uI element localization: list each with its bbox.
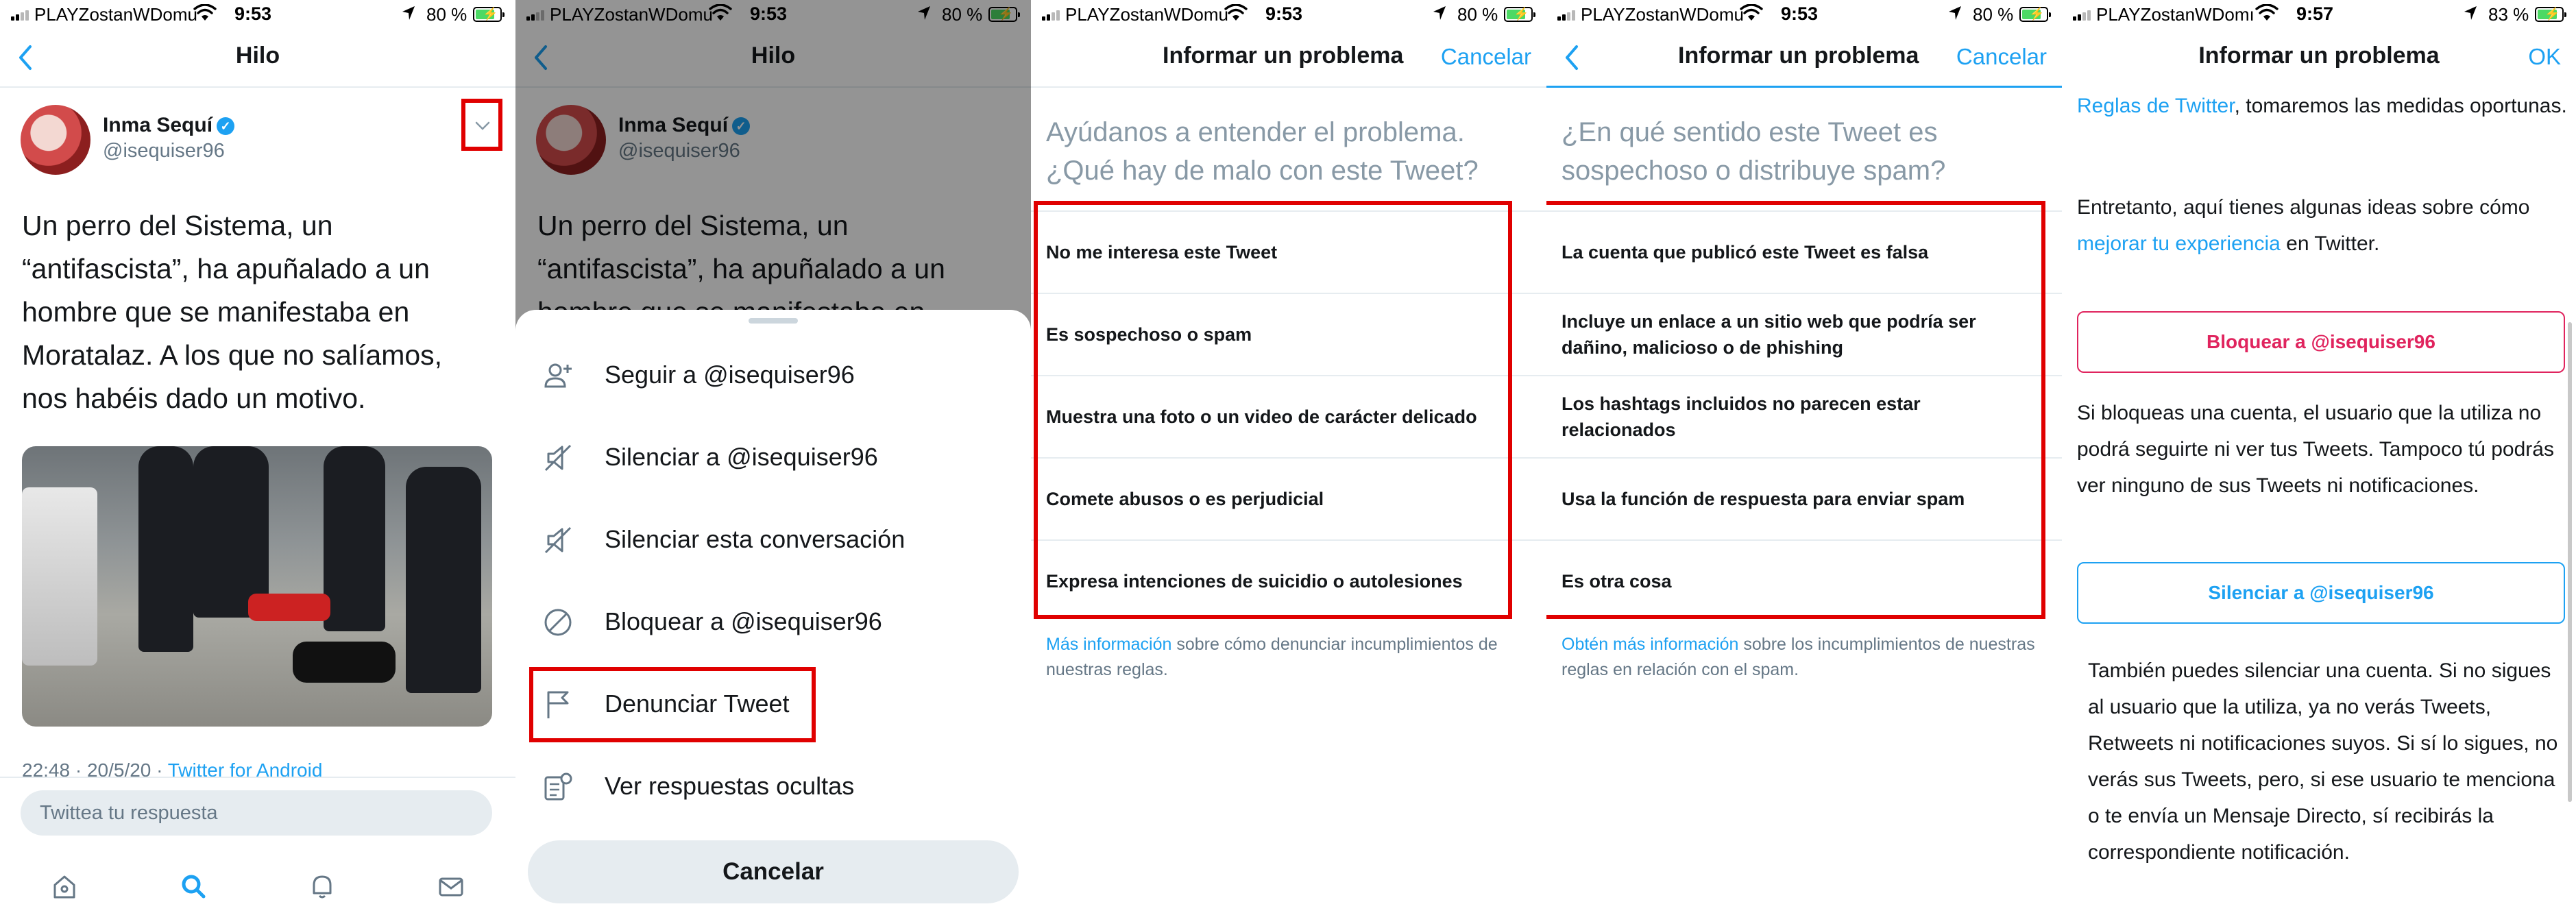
cancel-link[interactable]: Cancelar (1956, 44, 2047, 70)
page-title: Informar un problema (1678, 42, 1919, 69)
block-user-button[interactable]: Bloquear a @isequiser96 (2077, 311, 2565, 373)
report-footer: Más información sobre cómo denunciar inc… (1046, 635, 1498, 679)
battery-icon: ⚡ (1504, 7, 1535, 22)
verified-badge-icon: ✓ (217, 117, 235, 136)
report-screen-1: PLAYZostanWDomu 9:53 80 % ⚡ Informar un … (1031, 0, 1546, 913)
block-explanation: Si bloqueas una cuenta, el usuario que l… (2077, 402, 2554, 497)
location-icon (2464, 6, 2477, 20)
status-bar: PLAYZostanWDomu 9:53 80 % ⚡ (1546, 0, 2062, 29)
highlight-box (1546, 201, 2045, 619)
cancel-button[interactable]: Cancelar (528, 840, 1019, 903)
clock: 9:53 (1265, 3, 1303, 24)
mute-icon (544, 444, 572, 472)
menu-item-block[interactable]: Bloquear a @isequiser96 (515, 580, 1031, 662)
sheet-grabber[interactable] (749, 318, 798, 324)
battery-icon: ⚡ (2535, 7, 2566, 22)
menu-item-label: Seguir a @isequiser96 (605, 361, 855, 389)
wifi-icon (193, 4, 217, 21)
report-footer: Obtén más información sobre los incumpli… (1562, 635, 2035, 679)
status-bar: PLAYZostanWDomu 9:53 80 % ⚡ (1031, 0, 1546, 29)
status-bar: PLAYZostanWDomu 9:53 80 % ⚡ (0, 0, 515, 29)
report-question: ¿En qué sentido este Tweet es sospechoso… (1562, 117, 1946, 186)
wifi-icon (1740, 4, 1763, 21)
battery-icon: ⚡ (2019, 7, 2051, 22)
battery-percent: 80 % (1973, 4, 2014, 25)
avatar[interactable] (21, 105, 90, 175)
nav-bar: Informar un problema Cancelar (1546, 29, 2062, 88)
page-title: Informar un problema (2198, 42, 2440, 69)
nav-bar: Informar un problema OK (2062, 29, 2576, 88)
page-title: Informar un problema (1163, 42, 1404, 69)
nav-bar: Hilo (0, 29, 515, 88)
mute-conversation-icon (544, 526, 572, 554)
menu-item-label: Ver respuestas ocultas (605, 772, 855, 800)
location-icon (402, 6, 415, 20)
confirmation-text: Reglas de Twitter, tomaremos las medidas… (2077, 95, 2567, 117)
scrollbar[interactable] (2568, 322, 2572, 802)
highlight-box (1034, 201, 1512, 619)
highlight-box (461, 99, 502, 151)
clock: 9:53 (234, 3, 272, 24)
location-icon (1433, 6, 1446, 20)
improve-experience-link[interactable]: mejorar tu experiencia (2077, 232, 2281, 255)
menu-item-follow[interactable]: Seguir a @isequiser96 (515, 333, 1031, 415)
bell-icon[interactable] (302, 866, 343, 907)
hidden-replies-icon (544, 772, 572, 801)
battery-percent: 83 % (2488, 4, 2529, 25)
status-bar: PLAYZostanWDomı 9:57 83 % ⚡ (2062, 0, 2576, 29)
follow-user-icon (544, 363, 572, 388)
wifi-icon (1224, 4, 1248, 21)
reply-bar: Twittea tu respuesta (0, 777, 515, 913)
cancel-link[interactable]: Cancelar (1441, 44, 1531, 70)
nav-bar: Informar un problema Cancelar (1031, 29, 1546, 88)
mute-explanation: También puedes silenciar una cuenta. Si … (2088, 659, 2558, 864)
mute-user-button[interactable]: Silenciar a @isequiser96 (2077, 562, 2565, 624)
clock: 9:53 (1781, 3, 1819, 24)
highlight-box (529, 667, 816, 742)
menu-item-label: Silenciar a @isequiser96 (605, 443, 878, 471)
report-screen-3: PLAYZostanWDomı 9:57 83 % ⚡ Informar un … (2062, 0, 2576, 913)
page-title: Hilo (235, 42, 280, 69)
ok-button[interactable]: OK (2528, 44, 2561, 70)
reply-input[interactable]: Twittea tu respuesta (21, 790, 492, 836)
thread-screen: PLAYZostanWDomu 9:53 80 % ⚡ Hilo Inma Se… (0, 0, 515, 913)
menu-item-label: Bloquear a @isequiser96 (605, 607, 882, 635)
suggestion-text: Entretanto, aquí tienes algunas ideas so… (2077, 196, 2530, 255)
menu-item-mute-conversation[interactable]: Silenciar esta conversación (515, 498, 1031, 580)
wifi-icon (2255, 4, 2279, 21)
home-icon[interactable] (44, 866, 85, 907)
search-icon[interactable] (173, 866, 214, 907)
tweet-text: Un perro del Sistema, un “antifascista”,… (22, 210, 443, 414)
carrier-label: PLAYZostanWDomu (1065, 4, 1228, 25)
tweet-menu-screen: PLAYZostanWDomu 9:53 80 % ⚡ Hilo Inma Se… (515, 0, 1031, 913)
block-icon (544, 609, 572, 636)
carrier-label: PLAYZostanWDomı (2096, 4, 2255, 25)
tab-bar (0, 866, 515, 907)
user-name[interactable]: Inma Sequí ✓ (103, 114, 235, 137)
carrier-label: PLAYZostanWDomu (1581, 4, 1744, 25)
more-info-link[interactable]: Más información (1046, 635, 1171, 654)
carrier-label: PLAYZostanWDomu (34, 4, 197, 25)
battery-icon: ⚡ (473, 7, 505, 22)
menu-item-label: Silenciar esta conversación (605, 525, 906, 553)
battery-percent: 80 % (426, 4, 467, 25)
clock: 9:57 (2296, 3, 2334, 24)
more-info-link[interactable]: Obtén más información (1562, 635, 1738, 654)
report-question: Ayúdanos a entender el problema. ¿Qué ha… (1046, 117, 1479, 186)
battery-percent: 80 % (1457, 4, 1498, 25)
tweet-photo[interactable] (22, 446, 492, 727)
menu-item-mute-user[interactable]: Silenciar a @isequiser96 (515, 415, 1031, 498)
user-handle[interactable]: @isequiser96 (103, 140, 225, 162)
menu-item-hidden-replies[interactable]: Ver respuestas ocultas (515, 744, 1031, 827)
location-icon (1949, 6, 1961, 20)
report-screen-2: PLAYZostanWDomu 9:53 80 % ⚡ Informar un … (1546, 0, 2062, 913)
back-chevron-icon[interactable] (1562, 44, 1582, 71)
twitter-rules-link[interactable]: Reglas de Twitter (2077, 95, 2235, 117)
mail-icon[interactable] (430, 866, 472, 907)
